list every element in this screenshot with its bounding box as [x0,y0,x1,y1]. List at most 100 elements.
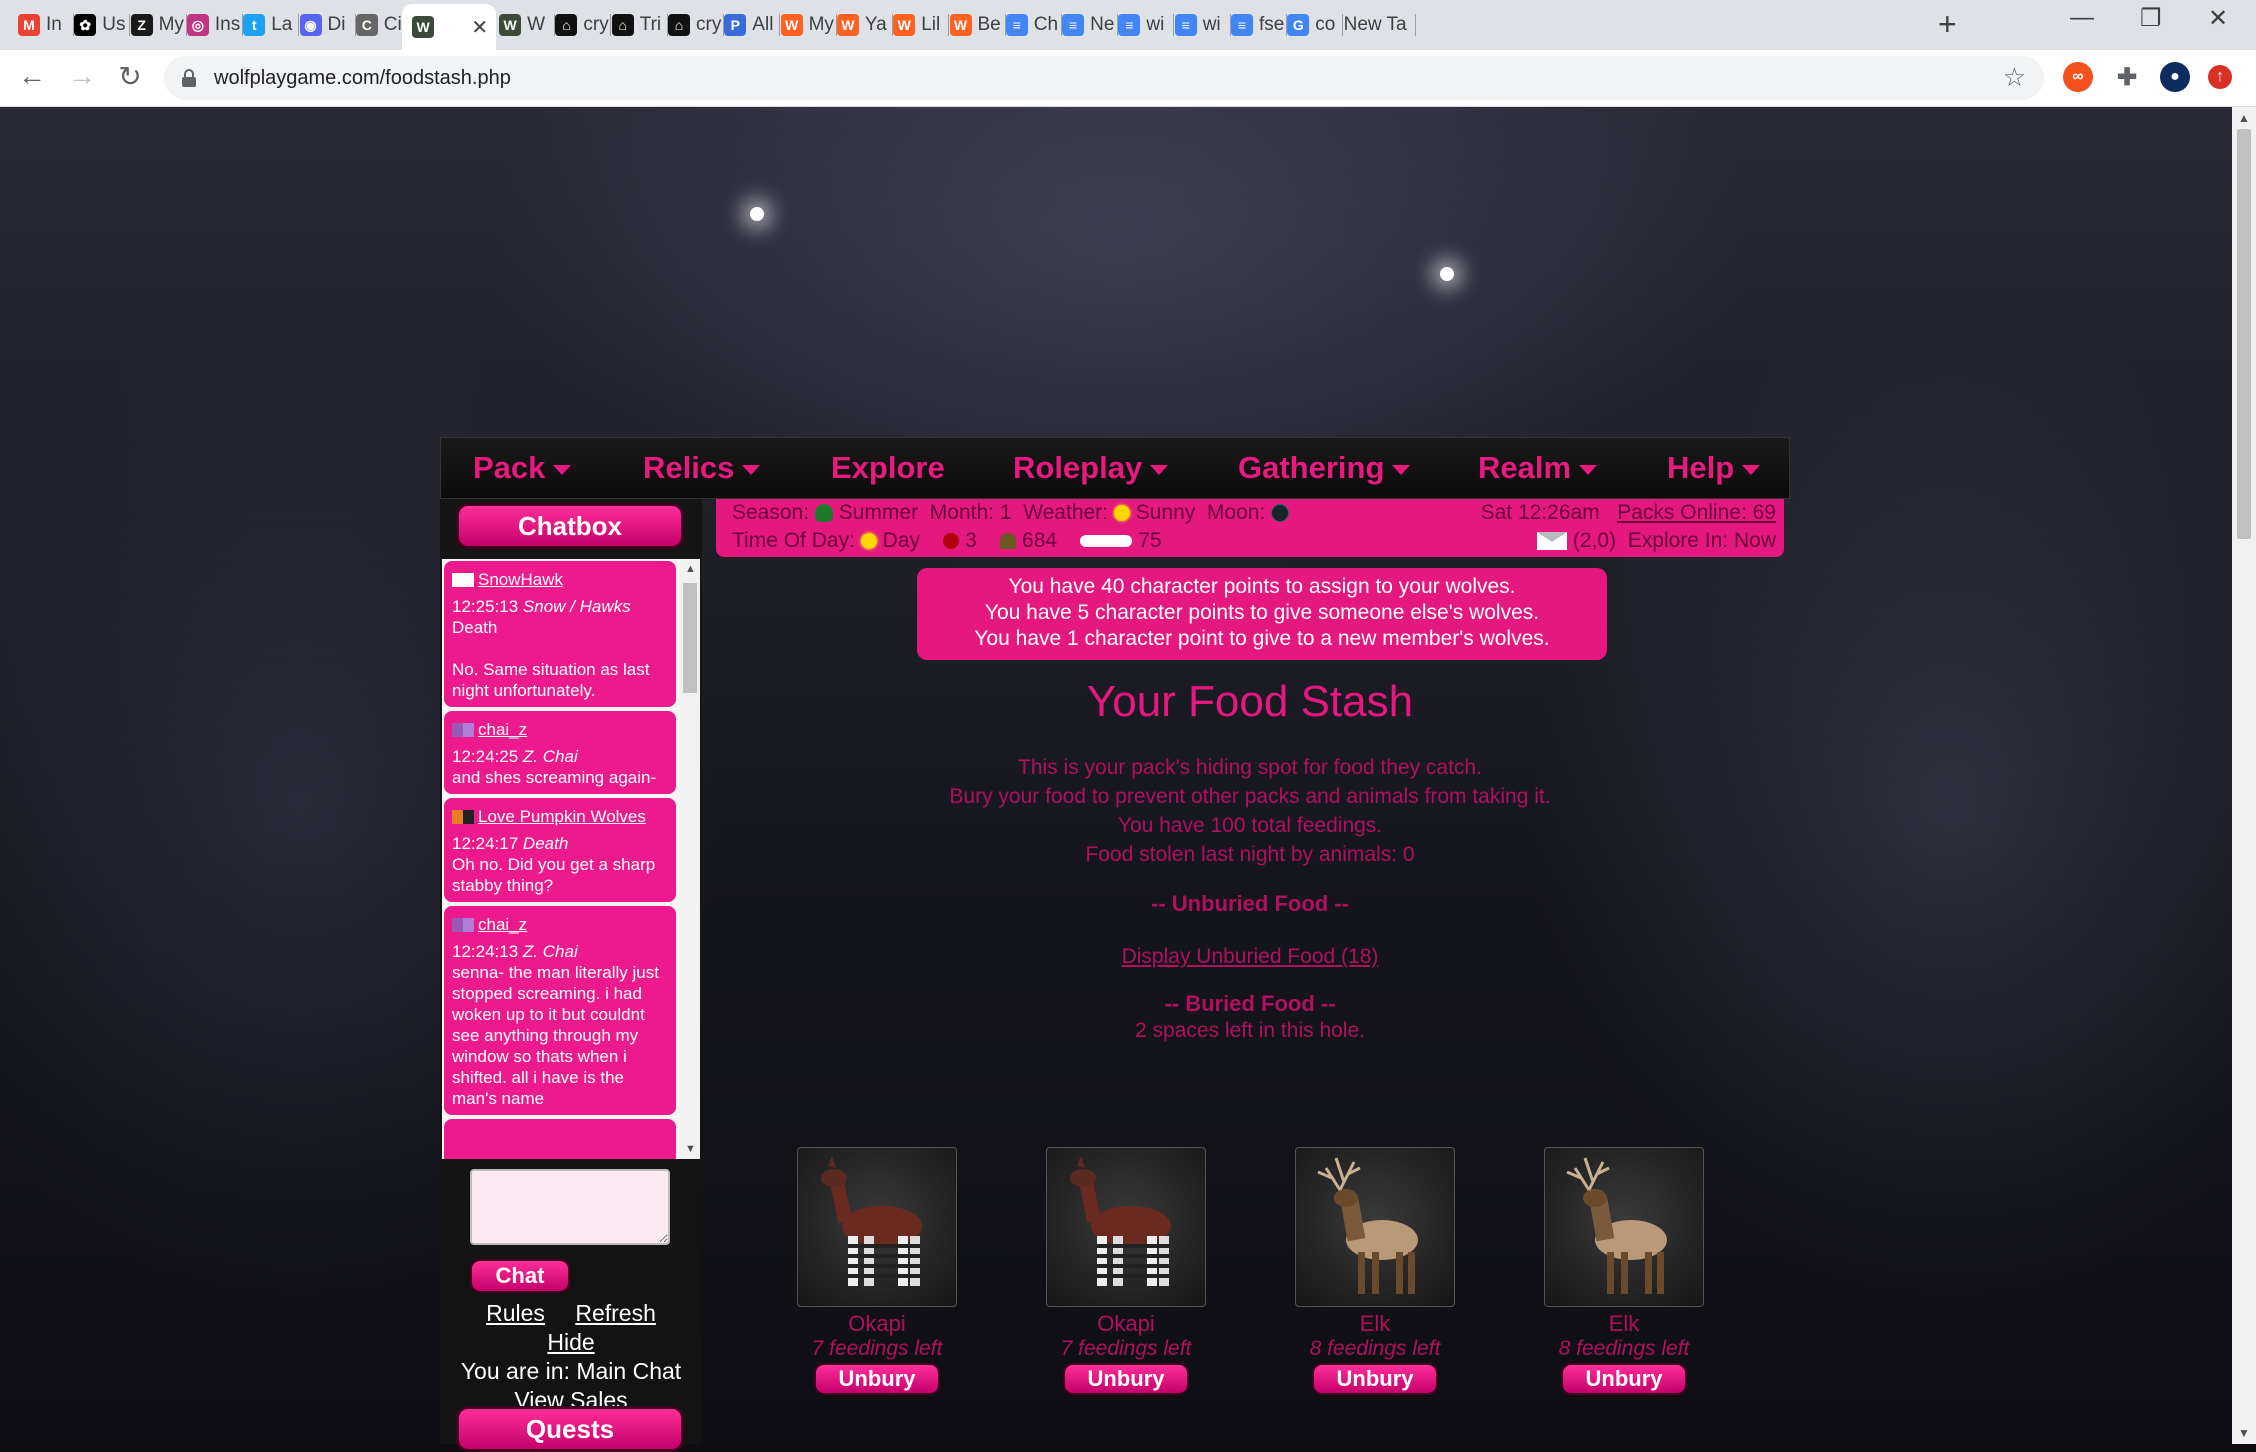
chevron-down-icon [1392,465,1411,475]
update-icon[interactable]: ↑ [2208,65,2232,89]
nav-relics[interactable]: Relics [643,450,761,486]
quests-button[interactable]: Quests [456,1406,684,1452]
puzzle-icon[interactable]: ✚ [2112,62,2142,92]
close-window-icon[interactable]: ✕ [2208,4,2228,33]
points-line: You have 5 character points to give some… [984,601,1540,624]
tab-favicon-icon: ⌂ [555,14,578,36]
chat-message: Love Pumpkin Wolves 12:24:17 Death Oh no. … [444,798,676,902]
new-tab-button[interactable]: + [1938,6,1957,43]
tab-title: Lil [921,14,941,35]
nav-explore[interactable]: Explore [831,450,945,486]
game-site: Pack Relics Explore Roleplay Gathering Realm H… [440,437,1790,1452]
extension-icon[interactable]: ∞ [2063,62,2093,92]
tab-favicon-icon: ✿ [74,14,97,36]
restore-icon[interactable]: ❐ [2140,4,2162,33]
season-value: Summer [838,501,919,524]
chatbox-title[interactable]: Chatbox [456,503,684,549]
time-of-day-label: Time Of Day: [732,529,855,552]
forward-icon[interactable]: → [62,60,102,92]
chevron-down-icon [1742,465,1761,475]
tab-favicon-icon: t [243,14,266,36]
mail-count[interactable]: (2,0) [1573,529,1616,552]
tab-favicon-icon: Z [130,14,153,36]
chat-timestamp: 12:24:13 [452,942,519,961]
tab-favicon-icon: W [412,16,435,38]
spaces-left: 2 spaces left in this hole. [1135,1019,1365,1042]
tab-favicon-icon: W [893,14,916,36]
back-icon[interactable]: ← [12,60,52,92]
feedings-left: 7 feedings left [1060,1337,1192,1360]
chat-username-link[interactable]: SnowHawk [478,569,563,590]
food-name: Elk [1359,1311,1391,1336]
chat-username-link[interactable]: chai_z [478,719,527,740]
mail-icon[interactable] [1537,532,1568,551]
unburied-heading: -- Unburied Food -- [1151,891,1349,916]
buried-food-item: Okapi 7 feedings left Unbury [792,1147,962,1395]
reload-icon[interactable]: ↻ [110,60,150,93]
minimize-icon[interactable]: — [2070,4,2094,32]
tab-favicon-icon: M [18,14,40,36]
unbury-button[interactable]: Unbury [1063,1363,1189,1395]
tab-favicon-icon: W [780,14,803,36]
buried-heading: -- Buried Food -- [1164,991,1336,1016]
sun-icon [1113,505,1130,522]
packs-online-link[interactable]: Packs Online: 69 [1617,501,1776,524]
tab-title: In [46,14,62,35]
chat-refresh-link[interactable]: Refresh [575,1300,656,1326]
omnibox[interactable]: wolfplaygame.com/foodstash.php ☆ [164,56,2044,100]
moon-label: Moon: [1206,501,1266,524]
nav-help[interactable]: Help [1667,450,1761,486]
feedings-left: 8 feedings left [1309,1337,1441,1360]
chat-rules-link[interactable]: Rules [486,1300,545,1326]
sky-star [750,207,764,221]
browser-tab[interactable]: W ✕ [402,4,497,50]
status-bar: Season: Summer Month: 1 Weather: Sunny M… [716,499,1784,557]
chat-message-input[interactable] [470,1169,670,1245]
profile-avatar[interactable]: ● [2160,62,2190,92]
nav-gathering[interactable]: Gathering [1238,450,1411,486]
nav-label: Pack [473,450,546,485]
chat-username-link[interactable]: Love Pumpkin Wolves [478,806,646,827]
tab-title: wi [1202,14,1221,35]
desc-line: You have 100 total feedings. [1117,814,1383,837]
chat-links: Rules Refresh Hide You are in: Main Chat… [440,1299,702,1415]
page-scrollbar[interactable]: ▲ ▼ [2232,107,2256,1444]
display-unburied-link[interactable]: Display Unburied Food (18) [716,945,1784,969]
unbury-button[interactable]: Unbury [1561,1363,1687,1395]
month-value: 1 [999,501,1012,524]
chat-hide-link[interactable]: Hide [547,1329,594,1355]
chat-timestamp: 12:24:25 [452,747,519,766]
unbury-button[interactable]: Unbury [814,1363,940,1395]
user-flag-icon [452,917,474,932]
url-text[interactable]: wolfplaygame.com/foodstash.php [214,67,511,90]
character-points-banner: You have 40 character points to assign t… [917,568,1607,660]
nav-pack[interactable]: Pack [473,450,572,486]
food-name: Elk [1608,1311,1640,1336]
chat-message: SnowHawk 12:25:13 Snow / Hawks Death No. Sa… [444,561,676,707]
chat-send-button[interactable]: Chat [470,1259,570,1293]
chevron-down-icon [553,465,572,475]
desc-line: This is your pack's hiding spot for food… [1018,756,1482,779]
browser-tab-bar: M In ✿ Us Z My ◎ Ins t La ◉ Di C Cir W ✕ W W ⌂ cry ⌂ Tri ⌂ cry P… [0,0,2256,50]
tab-favicon-icon: ≡ [1231,14,1253,36]
desc-line: Bury your food to prevent other packs an… [949,785,1551,808]
okapi-image [797,1147,957,1307]
bone-icon [1080,535,1133,548]
bookmark-star-icon[interactable]: ☆ [2003,62,2026,93]
browser-tab[interactable]: New Ta [1334,8,1416,42]
sun-icon [860,533,877,550]
herb-icon [1000,533,1017,550]
tab-favicon-icon: W [836,14,859,36]
tab-favicon-icon: ≡ [1062,14,1085,36]
close-tab-icon[interactable]: ✕ [471,15,488,40]
bone-count: 75 [1138,529,1162,552]
chat-message-list[interactable]: SnowHawk 12:25:13 Snow / Hawks Death No. Sa… [442,559,700,1159]
nav-roleplay[interactable]: Roleplay [1013,450,1169,486]
chat-username-link[interactable]: chai_z [478,914,527,935]
unbury-button[interactable]: Unbury [1312,1363,1438,1395]
nav-realm[interactable]: Realm [1478,450,1598,486]
page-title: Your Food Stash [1086,677,1414,726]
tab-favicon-icon: W [499,14,522,36]
buried-food-item: Elk 8 feedings left Unbury [1539,1147,1709,1395]
chat-scrollbar[interactable]: ▲ ▼ [680,559,700,1159]
